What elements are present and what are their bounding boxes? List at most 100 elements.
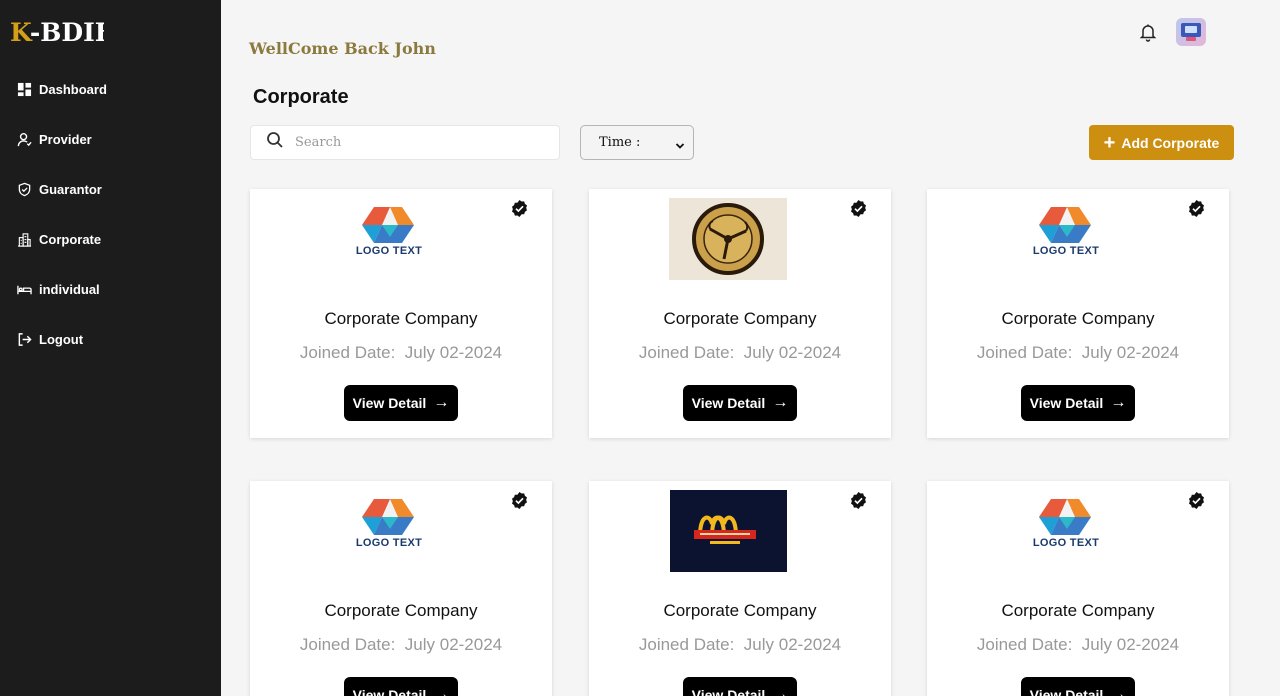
logo-text: LOGO TEXT [1032, 537, 1100, 549]
avatar-icon[interactable] [1176, 18, 1206, 46]
view-detail-label: View Detail [352, 687, 427, 696]
corporate-card: LOGO TEXT Corporate Company Joined Date: J… [250, 481, 552, 696]
company-logo: LOGO TEXT [329, 197, 449, 281]
view-detail-button[interactable]: View Detail → [683, 677, 797, 696]
welcome-message: WellCome Back John [249, 39, 436, 58]
joined-value: July 02-2024 [743, 343, 842, 362]
verified-badge-icon [1187, 491, 1206, 510]
joined-date: Joined Date: July 02-2024 [589, 635, 891, 655]
view-detail-button[interactable]: View Detail → [344, 677, 458, 696]
arrow-right-icon: → [1110, 394, 1127, 411]
view-detail-button[interactable]: View Detail → [344, 385, 458, 421]
corporate-card: Corporate Company Joined Date: July 02-20… [589, 481, 891, 696]
arrow-right-icon: → [772, 394, 789, 411]
joined-label: Joined Date: [299, 635, 396, 654]
logo-container: LOGO TEXT [1006, 489, 1126, 573]
logo-container [668, 197, 788, 281]
user-icon [17, 132, 32, 147]
joined-value: July 02-2024 [404, 343, 503, 362]
brand-logo[interactable]: K-BDIF [10, 18, 104, 47]
add-corporate-button[interactable]: + Add Corporate [1089, 125, 1234, 160]
sidebar-item-logout[interactable]: Logout [0, 314, 221, 364]
joined-label: Joined Date: [638, 343, 735, 362]
logo-text: LOGO TEXT [355, 245, 423, 257]
joined-label: Joined Date: [976, 343, 1073, 362]
logo-container [668, 489, 788, 573]
building-icon [17, 232, 32, 247]
company-name: Corporate Company [663, 309, 817, 328]
verified-badge-icon [510, 491, 529, 510]
view-detail-label: View Detail [691, 687, 766, 696]
sidebar-item-label: Corporate [39, 231, 102, 247]
view-detail-button[interactable]: View Detail → [1021, 677, 1135, 696]
add-corporate-label: Add Corporate [1121, 134, 1220, 151]
verified-badge-icon [1187, 199, 1206, 218]
page-title: Corporate [253, 86, 349, 108]
company-logo: LOGO TEXT [1006, 197, 1126, 281]
shield-icon [17, 182, 32, 197]
sidebar-item-corporate[interactable]: Corporate [0, 214, 221, 264]
company-name: Corporate Company [1001, 309, 1155, 328]
view-detail-label: View Detail [1029, 687, 1104, 696]
joined-value: July 02-2024 [404, 635, 503, 654]
arrow-right-icon: → [433, 394, 450, 411]
mcdonalds-logo [669, 490, 787, 572]
company-name: Corporate Company [1001, 601, 1155, 620]
sidebar: K-BDIF Dashboard Provider Guarantor Corp… [0, 0, 221, 696]
sidebar-item-individual[interactable]: individual [0, 264, 221, 314]
company-logo: LOGO TEXT [329, 489, 449, 573]
view-detail-label: View Detail [352, 395, 427, 411]
bell-icon[interactable] [1138, 22, 1158, 42]
corporate-card: LOGO TEXT Corporate Company Joined Date: J… [250, 189, 552, 438]
logo-container: LOGO TEXT [329, 197, 449, 281]
view-detail-button[interactable]: View Detail → [683, 385, 797, 421]
company-name: Corporate Company [324, 309, 478, 328]
sidebar-item-label: individual [39, 281, 100, 297]
verified-badge-icon [510, 199, 529, 218]
joined-date: Joined Date: July 02-2024 [589, 343, 891, 363]
dashboard-icon [17, 82, 32, 97]
joined-value: July 02-2024 [1081, 635, 1180, 654]
company-name: Corporate Company [324, 601, 478, 620]
joined-date: Joined Date: July 02-2024 [927, 343, 1229, 363]
brand-rest: -BDIF [29, 18, 104, 47]
search-input[interactable] [295, 135, 535, 150]
arrow-right-icon: → [1110, 686, 1127, 696]
joined-label: Joined Date: [299, 343, 396, 362]
bed-icon [17, 282, 32, 297]
sidebar-item-label: Provider [39, 131, 92, 147]
arrow-right-icon: → [433, 686, 450, 696]
search-box [250, 125, 560, 160]
time-filter-label: Time : [599, 135, 641, 150]
logout-icon [17, 332, 32, 347]
sidebar-item-label: Logout [39, 331, 84, 347]
sidebar-item-guarantor[interactable]: Guarantor [0, 164, 221, 214]
logo-container: LOGO TEXT [1006, 197, 1126, 281]
corporate-card: LOGO TEXT Corporate Company Joined Date: J… [927, 481, 1229, 696]
verified-badge-icon [849, 199, 868, 218]
company-name: Corporate Company [663, 601, 817, 620]
mens-league-logo [669, 198, 787, 280]
chevron-down-icon [675, 138, 685, 149]
time-filter-select[interactable]: Time : [580, 125, 694, 160]
sidebar-nav: Dashboard Provider Guarantor Corporate i… [0, 64, 221, 364]
joined-date: Joined Date: July 02-2024 [927, 635, 1229, 655]
brand-k: K [10, 18, 30, 47]
company-logo: LOGO TEXT [1006, 489, 1126, 573]
joined-value: July 02-2024 [743, 635, 842, 654]
logo-text: LOGO TEXT [1032, 245, 1100, 257]
view-detail-button[interactable]: View Detail → [1021, 385, 1135, 421]
sidebar-item-dashboard[interactable]: Dashboard [0, 64, 221, 114]
logo-container: LOGO TEXT [329, 489, 449, 573]
joined-label: Joined Date: [976, 635, 1073, 654]
corporate-card: LOGO TEXT Corporate Company Joined Date: J… [927, 189, 1229, 438]
sidebar-item-label: Dashboard [39, 81, 107, 97]
sidebar-item-label: Guarantor [39, 181, 102, 197]
plus-icon: + [1103, 131, 1116, 154]
corporate-card: Corporate Company Joined Date: July 02-20… [589, 189, 891, 438]
sidebar-item-provider[interactable]: Provider [0, 114, 221, 164]
joined-date: Joined Date: July 02-2024 [250, 343, 552, 363]
joined-label: Joined Date: [638, 635, 735, 654]
view-detail-label: View Detail [691, 395, 766, 411]
view-detail-label: View Detail [1029, 395, 1104, 411]
